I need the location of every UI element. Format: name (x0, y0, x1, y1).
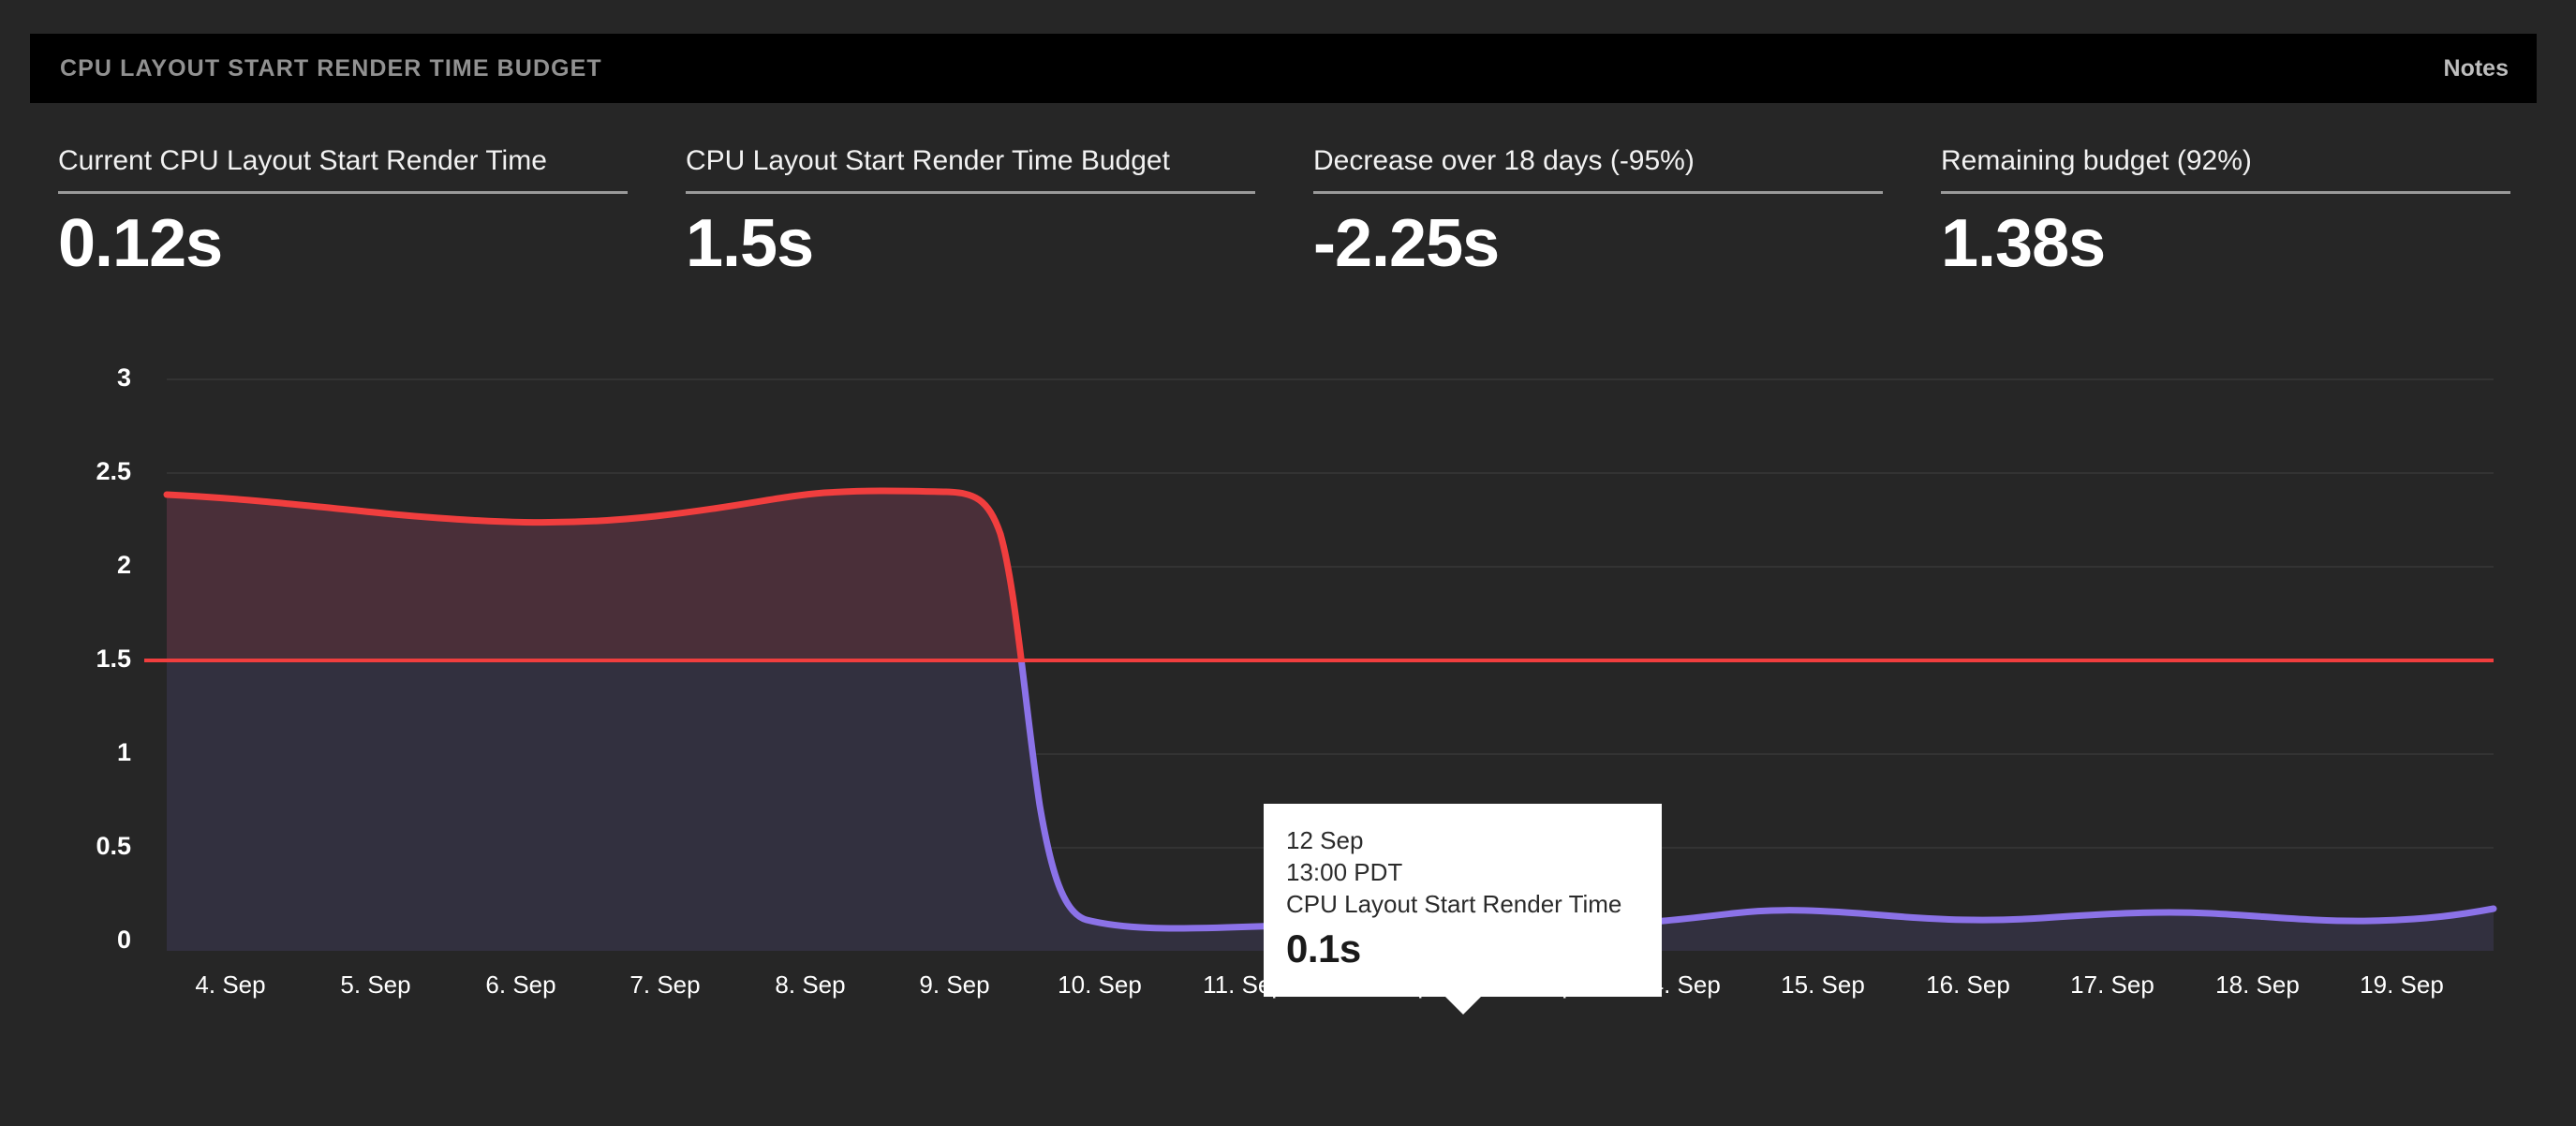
svg-text:0.5: 0.5 (96, 832, 131, 860)
svg-text:4. Sep: 4. Sep (195, 970, 265, 999)
kpi-label: CPU Layout Start Render Time Budget (686, 145, 1170, 176)
kpi-value: 1.38s (1941, 206, 2106, 281)
kpi-label: Decrease over 18 days (-95%) (1313, 145, 1695, 176)
svg-text:1: 1 (117, 738, 131, 766)
kpi-value: 0.12s (58, 206, 223, 281)
svg-text:2.5: 2.5 (96, 457, 131, 485)
chart-tooltip: 12 Sep 13:00 PDT CPU Layout Start Render… (1264, 804, 1662, 1015)
page-title: CPU Layout Start Render Time Budget (60, 54, 602, 81)
svg-text:2: 2 (117, 551, 131, 579)
svg-text:16. Sep: 16. Sep (1926, 970, 2010, 999)
y-axis-tick-labels: 3 2.5 2 1.5 1 0.5 0 (96, 363, 131, 954)
svg-text:7. Sep: 7. Sep (629, 970, 700, 999)
kpi-value: 1.5s (686, 206, 814, 281)
tooltip-pointer (1444, 997, 1481, 1015)
tooltip-value: 0.1s (1286, 926, 1361, 970)
svg-text:17. Sep: 17. Sep (2070, 970, 2154, 999)
kpi-divider (686, 191, 1255, 194)
tooltip-time: 13:00 PDT (1286, 858, 1403, 886)
kpi-label: Current CPU Layout Start Render Time (58, 145, 547, 176)
svg-text:15. Sep: 15. Sep (1781, 970, 1865, 999)
kpi-label: Remaining budget (92%) (1941, 145, 2252, 176)
dashboard-page: CPU Layout Start Render Time Budget Note… (0, 0, 2576, 1126)
svg-text:6. Sep: 6. Sep (485, 970, 555, 999)
svg-text:8. Sep: 8. Sep (775, 970, 845, 999)
svg-text:1.5: 1.5 (96, 644, 131, 673)
svg-text:19. Sep: 19. Sep (2360, 970, 2444, 999)
svg-text:3: 3 (117, 363, 131, 392)
kpi-card-current-render-time: Current CPU Layout Start Render Time 0.1… (58, 145, 686, 323)
panel-header: CPU Layout Start Render Time Budget Note… (30, 34, 2537, 103)
kpi-divider (1941, 191, 2510, 194)
kpi-card-remaining-budget: Remaining budget (92%) 1.38s (1941, 145, 2569, 323)
kpi-card-decrease-over-18-days: Decrease over 18 days (-95%) -2.25s (1313, 145, 1941, 323)
svg-text:0: 0 (117, 926, 131, 954)
svg-text:5. Sep: 5. Sep (340, 970, 410, 999)
notes-link[interactable]: Notes (2444, 55, 2509, 82)
kpi-card-render-time-budget: CPU Layout Start Render Time Budget 1.5s (686, 145, 1313, 323)
tooltip-date: 12 Sep (1286, 826, 1364, 854)
kpi-divider (1313, 191, 1883, 194)
kpi-divider (58, 191, 628, 194)
tooltip-metric-name: CPU Layout Start Render Time (1286, 890, 1622, 918)
svg-text:9. Sep: 9. Sep (919, 970, 989, 999)
svg-text:18. Sep: 18. Sep (2215, 970, 2300, 999)
kpi-value: -2.25s (1313, 206, 1500, 281)
kpi-row: Current CPU Layout Start Render Time 0.1… (58, 145, 2522, 323)
svg-text:10. Sep: 10. Sep (1058, 970, 1142, 999)
